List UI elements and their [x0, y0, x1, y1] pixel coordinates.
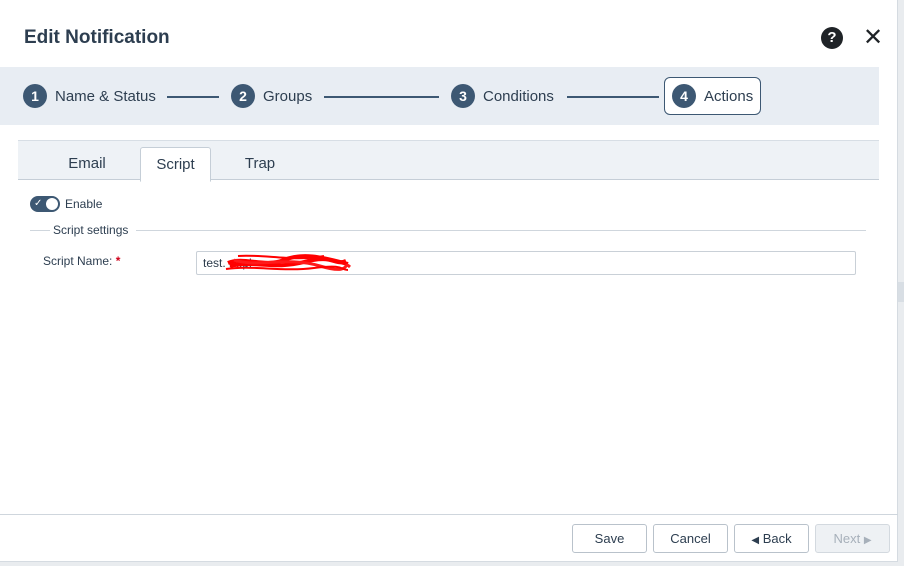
- back-label: Back: [762, 531, 792, 546]
- step-label: Conditions: [483, 87, 554, 105]
- step-groups[interactable]: 2 Groups: [231, 83, 312, 109]
- close-icon[interactable]: ✕: [862, 25, 884, 51]
- tab-script[interactable]: Script: [140, 147, 211, 182]
- script-name-input[interactable]: test. m.pl: [196, 251, 856, 275]
- step-label: Groups: [263, 87, 313, 105]
- save-button[interactable]: Save: [572, 524, 647, 553]
- required-marker: *: [115, 254, 121, 268]
- step-number: 3: [451, 84, 475, 108]
- enable-toggle[interactable]: ✓: [30, 196, 60, 212]
- wizard-stepper: 1 Name & Status 2 Groups 3 Conditions 4 …: [0, 67, 879, 125]
- fieldset-border: [136, 230, 866, 231]
- step-connector: [324, 96, 439, 98]
- enable-label: Enable: [65, 197, 103, 211]
- dialog-header: Edit Notification ? ✕: [0, 0, 898, 66]
- back-button[interactable]: ◀ Back: [734, 524, 809, 553]
- caret-right-icon: ▶: [863, 535, 872, 546]
- toggle-knob: [46, 198, 58, 210]
- edit-notification-dialog: Edit Notification ? ✕ 1 Name & Status 2 …: [0, 0, 898, 562]
- cancel-button[interactable]: Cancel: [653, 524, 728, 553]
- step-conditions[interactable]: 3 Conditions: [451, 83, 554, 109]
- next-label: Next: [833, 531, 861, 546]
- step-connector: [167, 96, 219, 98]
- step-connector: [567, 96, 659, 98]
- step-number: 1: [23, 84, 47, 108]
- dialog-title: Edit Notification: [24, 27, 170, 48]
- fieldset-border: [30, 230, 50, 231]
- question-circle-icon[interactable]: ?: [821, 27, 843, 49]
- step-actions[interactable]: 4 Actions: [664, 77, 761, 115]
- check-icon: ✓: [34, 198, 43, 209]
- step-number: 2: [231, 84, 255, 108]
- tab-email[interactable]: Email: [54, 147, 120, 181]
- step-label: Name & Status: [55, 87, 156, 105]
- action-tabs: Email Script Trap: [18, 140, 879, 182]
- footer-divider: [0, 514, 898, 515]
- script-settings-legend: Script settings: [53, 222, 129, 238]
- step-label: Actions: [704, 87, 754, 105]
- background-edge-mark: [898, 282, 904, 302]
- step-name-status[interactable]: 1 Name & Status: [23, 83, 156, 109]
- next-button[interactable]: Next ▶: [815, 524, 890, 553]
- script-name-label: Script Name: *: [43, 253, 120, 269]
- cancel-label: Cancel: [670, 531, 711, 546]
- caret-left-icon: ◀: [751, 535, 760, 546]
- script-name-label-text: Script Name:: [43, 254, 113, 268]
- tab-trap[interactable]: Trap: [230, 147, 290, 181]
- step-number: 4: [672, 84, 696, 108]
